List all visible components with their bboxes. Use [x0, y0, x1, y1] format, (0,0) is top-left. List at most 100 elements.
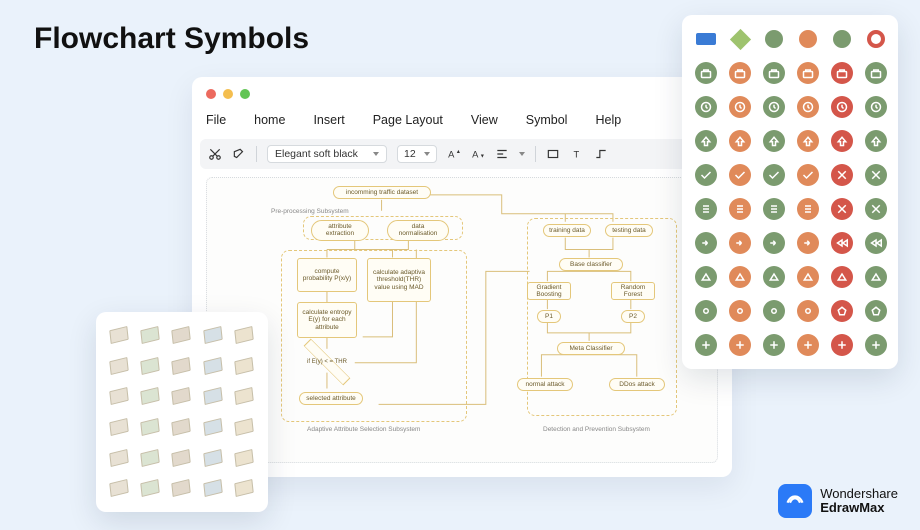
- node-rand-forest[interactable]: Random Forest: [611, 282, 655, 300]
- cut-icon[interactable]: [208, 147, 222, 161]
- node-base[interactable]: Base classifier: [559, 258, 623, 271]
- palette-symbol-tri-up[interactable]: [794, 263, 822, 291]
- isometric-clipart[interactable]: [137, 383, 163, 409]
- isometric-clipart[interactable]: [231, 414, 257, 440]
- palette-shape[interactable]: [760, 25, 788, 53]
- palette-symbol-rewind[interactable]: [828, 229, 856, 257]
- palette-symbol-dot[interactable]: [692, 297, 720, 325]
- palette-symbol-right[interactable]: [794, 229, 822, 257]
- isometric-clipart[interactable]: [200, 383, 226, 409]
- menu-file[interactable]: File: [206, 113, 226, 127]
- menu-symbol[interactable]: Symbol: [526, 113, 568, 127]
- node-p1[interactable]: P1: [537, 310, 561, 323]
- isometric-clipart[interactable]: [231, 445, 257, 471]
- connector-tool-icon[interactable]: [594, 147, 608, 161]
- isometric-clipart[interactable]: [200, 322, 226, 348]
- palette-symbol-briefcase[interactable]: [726, 59, 754, 87]
- palette-symbol-plus[interactable]: [726, 331, 754, 359]
- isometric-clipart[interactable]: [231, 475, 257, 501]
- palette-symbol-briefcase[interactable]: [794, 59, 822, 87]
- isometric-clipart[interactable]: [106, 445, 132, 471]
- palette-symbol-check[interactable]: [692, 161, 720, 189]
- palette-symbol-list[interactable]: [760, 195, 788, 223]
- isometric-clipart[interactable]: [231, 353, 257, 379]
- isometric-clipart[interactable]: [168, 414, 194, 440]
- palette-symbol-up[interactable]: [692, 127, 720, 155]
- node-condition[interactable]: if E(y) < = THR: [299, 348, 355, 376]
- palette-symbol-right[interactable]: [726, 229, 754, 257]
- rectangle-tool-icon[interactable]: [546, 147, 560, 161]
- isometric-clipart[interactable]: [168, 322, 194, 348]
- palette-symbol-clock[interactable]: [828, 93, 856, 121]
- palette-symbol-tri-up[interactable]: [862, 263, 890, 291]
- maximize-icon[interactable]: [240, 89, 250, 99]
- palette-symbol-briefcase[interactable]: [692, 59, 720, 87]
- isometric-clipart[interactable]: [200, 414, 226, 440]
- palette-symbol-list[interactable]: [726, 195, 754, 223]
- close-icon[interactable]: [206, 89, 216, 99]
- palette-symbol-cross[interactable]: [828, 161, 856, 189]
- palette-symbol-cross[interactable]: [828, 195, 856, 223]
- node-calc-thr[interactable]: calculate adaptiva threshold(THR) value …: [367, 258, 431, 302]
- node-selected[interactable]: selected attribute: [299, 392, 363, 405]
- node-grad-boost[interactable]: Gradient Boosting: [527, 282, 571, 300]
- palette-symbol-plus[interactable]: [862, 331, 890, 359]
- palette-symbol-clock[interactable]: [760, 93, 788, 121]
- palette-shape[interactable]: [828, 25, 856, 53]
- palette-symbol-check[interactable]: [794, 161, 822, 189]
- palette-symbol-up[interactable]: [828, 127, 856, 155]
- isometric-clipart[interactable]: [168, 475, 194, 501]
- menu-page-layout[interactable]: Page Layout: [373, 113, 443, 127]
- palette-symbol-briefcase[interactable]: [828, 59, 856, 87]
- palette-symbol-clock[interactable]: [794, 93, 822, 121]
- palette-symbol-pentagon[interactable]: [828, 297, 856, 325]
- isometric-clipart[interactable]: [200, 475, 226, 501]
- isometric-clipart[interactable]: [137, 353, 163, 379]
- palette-symbol-cross[interactable]: [862, 195, 890, 223]
- palette-symbol-clock[interactable]: [692, 93, 720, 121]
- symbol-palette[interactable]: [682, 15, 898, 369]
- menu-insert[interactable]: Insert: [313, 113, 344, 127]
- isometric-clipart[interactable]: [231, 383, 257, 409]
- palette-symbol-plus[interactable]: [828, 331, 856, 359]
- menu-home[interactable]: home: [254, 113, 285, 127]
- palette-symbol-tri-up[interactable]: [828, 263, 856, 291]
- isometric-clipart[interactable]: [106, 383, 132, 409]
- minimize-icon[interactable]: [223, 89, 233, 99]
- palette-symbol-tri-up[interactable]: [760, 263, 788, 291]
- palette-symbol-briefcase[interactable]: [760, 59, 788, 87]
- font-decrease-icon[interactable]: A▼: [471, 147, 485, 161]
- palette-symbol-up[interactable]: [862, 127, 890, 155]
- palette-shape[interactable]: [794, 25, 822, 53]
- palette-symbol-up[interactable]: [794, 127, 822, 155]
- font-select[interactable]: Elegant soft black: [267, 145, 387, 163]
- palette-symbol-clock[interactable]: [726, 93, 754, 121]
- format-painter-icon[interactable]: [232, 147, 246, 161]
- isometric-clipart[interactable]: [137, 322, 163, 348]
- palette-shape[interactable]: [692, 25, 720, 53]
- isometric-clipart[interactable]: [168, 353, 194, 379]
- align-icon[interactable]: [495, 147, 509, 161]
- palette-symbol-clock[interactable]: [862, 93, 890, 121]
- palette-symbol-plus[interactable]: [794, 331, 822, 359]
- isometric-clipart[interactable]: [168, 445, 194, 471]
- palette-symbol-pentagon[interactable]: [862, 297, 890, 325]
- menu-view[interactable]: View: [471, 113, 498, 127]
- palette-shape[interactable]: [726, 25, 754, 53]
- font-size-select[interactable]: 12: [397, 145, 437, 163]
- palette-symbol-check[interactable]: [760, 161, 788, 189]
- palette-symbol-plus[interactable]: [760, 331, 788, 359]
- node-train[interactable]: training data: [543, 224, 591, 237]
- palette-symbol-list[interactable]: [692, 195, 720, 223]
- isometric-clipart[interactable]: [200, 353, 226, 379]
- palette-symbol-up[interactable]: [760, 127, 788, 155]
- node-comp-prob[interactable]: compute probability P(x/y): [297, 258, 357, 292]
- node-attr-ext[interactable]: attribute extraction: [311, 220, 369, 241]
- palette-symbol-briefcase[interactable]: [862, 59, 890, 87]
- palette-symbol-right[interactable]: [760, 229, 788, 257]
- palette-symbol-up[interactable]: [726, 127, 754, 155]
- isometric-clipart[interactable]: [231, 322, 257, 348]
- text-tool-icon[interactable]: T: [570, 147, 584, 161]
- isometric-clipart[interactable]: [168, 383, 194, 409]
- isometric-clipart[interactable]: [106, 475, 132, 501]
